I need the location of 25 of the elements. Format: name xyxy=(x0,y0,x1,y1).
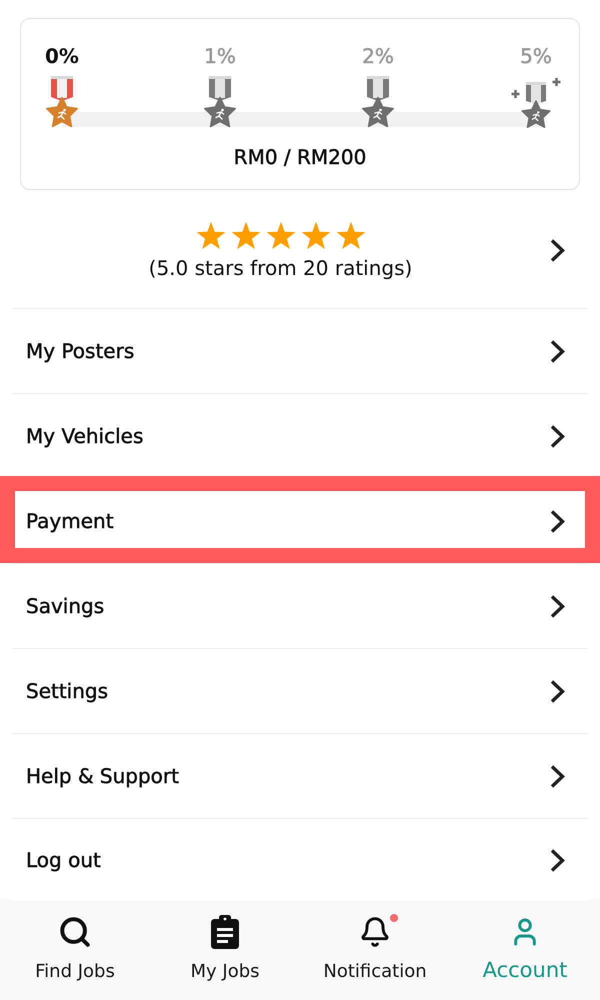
chevron-right-icon xyxy=(549,238,566,263)
tier-percent: 1% xyxy=(204,44,236,68)
savings-progress-label: RM0 / RM200 xyxy=(234,145,366,169)
chevron-right-icon xyxy=(549,508,566,534)
star-icon xyxy=(300,221,330,250)
nav-tab[interactable]: Find Jobs xyxy=(0,901,150,1000)
chevron-right-icon xyxy=(549,424,566,448)
rating-summary: (5.0 stars from 20 ratings) xyxy=(148,256,412,280)
star-icon xyxy=(196,221,226,250)
chevron-right-icon xyxy=(549,338,566,364)
bell-icon xyxy=(359,916,391,948)
clipboard-icon xyxy=(210,915,240,949)
chevron-right-icon xyxy=(549,764,566,788)
star-icon xyxy=(336,221,366,250)
chevron-right-icon xyxy=(549,594,566,618)
star-icon xyxy=(266,221,296,250)
chevron-right-icon xyxy=(549,678,566,704)
tier-percent: 0% xyxy=(45,44,79,68)
star-icon xyxy=(230,221,260,250)
search-icon xyxy=(58,915,92,949)
nav-tab[interactable]: My Jobs xyxy=(150,901,300,1000)
nav-tab[interactable]: Notification xyxy=(300,901,450,1000)
chevron-right-icon xyxy=(549,848,566,872)
tier-percent: 5% xyxy=(520,44,552,68)
tier-percent: 2% xyxy=(362,44,394,68)
